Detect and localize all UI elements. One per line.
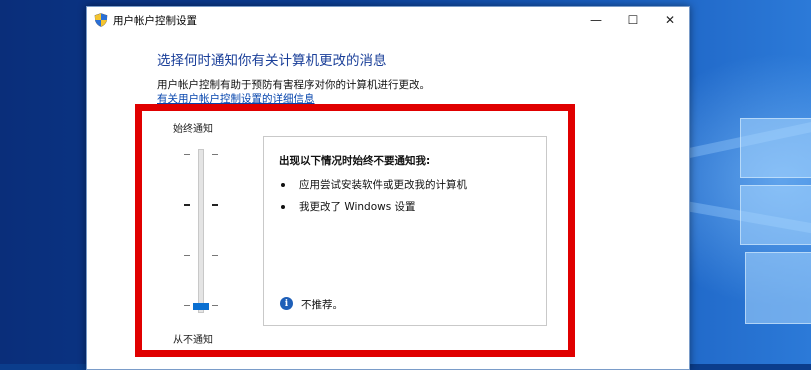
title-bar[interactable]: 用户帐户控制设置 — ☐ ✕ <box>87 7 689 33</box>
slider-tick <box>212 305 218 306</box>
slider-tick <box>212 204 218 206</box>
bullet-dot-icon <box>281 205 285 209</box>
close-button[interactable]: ✕ <box>653 7 687 33</box>
uac-shield-icon <box>94 13 108 27</box>
level-description-bullet: 应用尝试安装软件或更改我的计算机 <box>281 177 467 192</box>
bullet-dot-icon <box>281 183 285 187</box>
more-info-link[interactable]: 有关用户帐户控制设置的详细信息 <box>157 91 315 106</box>
slider-tick <box>184 204 190 206</box>
notification-level-slider-thumb[interactable] <box>193 303 209 310</box>
slider-tick <box>212 154 218 155</box>
minimize-button[interactable]: — <box>579 7 613 33</box>
slider-tick <box>184 305 190 306</box>
slider-tick <box>184 154 190 155</box>
window-title: 用户帐户控制设置 <box>113 15 197 27</box>
level-description-title: 出现以下情况时始终不要通知我: <box>279 155 431 167</box>
close-icon: ✕ <box>664 13 676 27</box>
desktop-window-logo-pane <box>745 252 811 324</box>
level-description-panel: 出现以下情况时始终不要通知我: 应用尝试安装软件或更改我的计算机 我更改了 Wi… <box>263 136 547 326</box>
minimize-icon: — <box>590 13 602 27</box>
notification-level-slider-track[interactable] <box>198 149 204 313</box>
slider-tick <box>212 255 218 256</box>
level-description-bullet: 我更改了 Windows 设置 <box>281 199 416 214</box>
desktop-window-logo-pane <box>740 118 811 178</box>
page-description: 用户帐户控制有助于预防有害程序对你的计算机进行更改。 <box>157 79 430 91</box>
slider-tick <box>184 255 190 256</box>
slider-bottom-label: 从不通知 <box>173 335 213 346</box>
slider-top-label: 始终通知 <box>173 124 213 135</box>
page-heading: 选择何时通知你有关计算机更改的消息 <box>157 53 387 69</box>
bullet-text: 我更改了 Windows 设置 <box>299 201 416 213</box>
bullet-text: 应用尝试安装软件或更改我的计算机 <box>299 179 467 191</box>
maximize-icon: ☐ <box>627 13 639 27</box>
uac-settings-window: 用户帐户控制设置 — ☐ ✕ 选择何时通知你有关计算机更改的消息 用户帐户控制有… <box>86 6 690 370</box>
not-recommended-note: 不推荐。 <box>301 299 343 311</box>
info-icon: i <box>280 297 293 310</box>
desktop-window-logo-pane <box>740 185 811 245</box>
maximize-button[interactable]: ☐ <box>616 7 650 33</box>
